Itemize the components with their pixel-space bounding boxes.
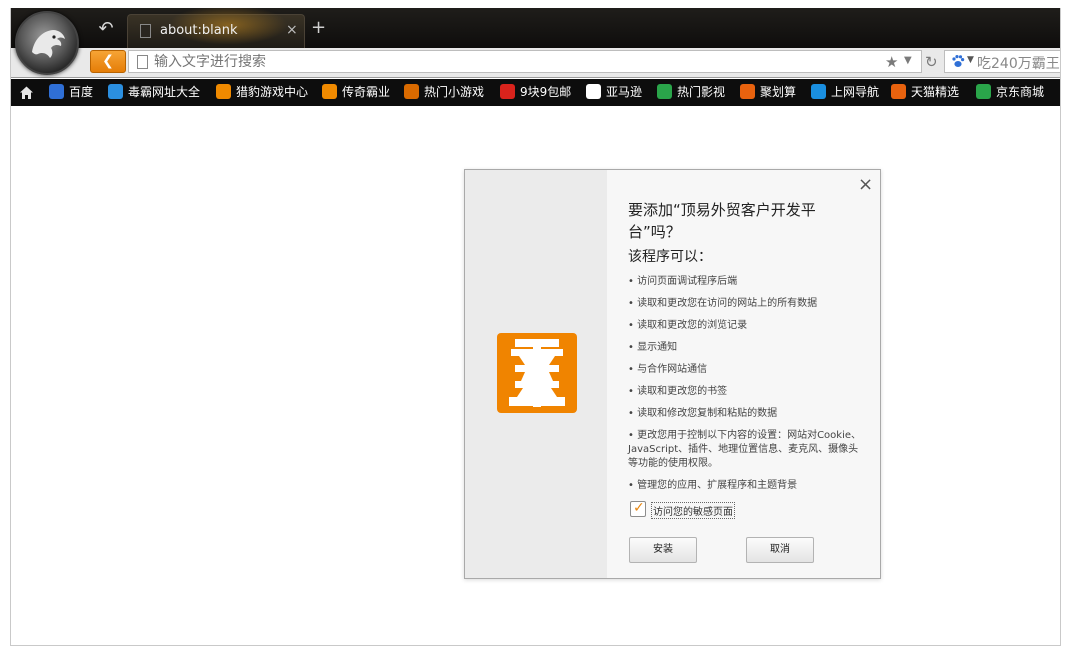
bookmark-label: 猎豹游戏中心 bbox=[236, 85, 309, 99]
bookmark-item[interactable]: 亚马逊 bbox=[586, 83, 642, 102]
bookmark-label: 京东商城 bbox=[996, 85, 1045, 99]
checkbox[interactable]: ✓ bbox=[630, 500, 646, 517]
address-bar[interactable]: ★ ▼ bbox=[128, 50, 922, 73]
permission-item: • 读取和更改您在访问的网站上的所有数据 bbox=[628, 298, 818, 309]
amazon-icon bbox=[586, 84, 601, 99]
dialog-title: 要添加“顶易外贸客户开发平台”吗？ bbox=[628, 201, 816, 241]
bookmark-item[interactable]: 传奇霸业 bbox=[322, 83, 390, 102]
refresh-icon[interactable]: ↻ bbox=[925, 53, 938, 71]
install-button[interactable]: 安装 bbox=[629, 537, 697, 563]
liebao-logo-icon[interactable] bbox=[15, 11, 79, 75]
search-input[interactable]: 吃240万霸王 bbox=[977, 53, 1060, 72]
extension-install-dialog: × 要添加“顶易外贸客户开发平台”吗？ 该程序可以： • 访问页面调试程序后端 … bbox=[464, 169, 881, 579]
address-input[interactable] bbox=[154, 52, 854, 72]
video-icon bbox=[657, 84, 672, 99]
back-arrow-icon[interactable]: ↶ bbox=[93, 17, 119, 41]
chuanqi-icon bbox=[322, 84, 337, 99]
search-box[interactable]: ▼ 吃240万霸王 bbox=[944, 50, 1060, 73]
dialog-subtitle: 该程序可以： bbox=[628, 249, 712, 265]
tmall-icon bbox=[891, 84, 906, 99]
permission-item: • 读取和更改您的浏览记录 bbox=[628, 320, 748, 331]
permission-item: • 读取和修改您复制和粘贴的数据 bbox=[628, 408, 778, 419]
tab-close-icon[interactable]: × bbox=[286, 22, 298, 38]
bookmark-item[interactable]: 热门小游戏 bbox=[404, 83, 484, 102]
bookmark-label: 热门影视 bbox=[677, 85, 726, 99]
duba-icon bbox=[108, 84, 123, 99]
page-icon bbox=[137, 55, 148, 69]
checkmark-icon: ✓ bbox=[633, 500, 645, 516]
chevron-down-icon[interactable]: ▼ bbox=[967, 55, 974, 65]
gou-icon bbox=[500, 84, 515, 99]
bookmark-item[interactable]: 上网导航 bbox=[811, 83, 879, 102]
bookmark-item[interactable]: 天猫精选 bbox=[891, 83, 959, 102]
dialog-icon-panel bbox=[465, 170, 607, 578]
home-icon[interactable] bbox=[19, 85, 34, 100]
bookmark-label: 聚划算 bbox=[760, 85, 797, 99]
bookmark-label: 热门小游戏 bbox=[424, 85, 485, 99]
bookmark-item[interactable]: 热门影视 bbox=[657, 83, 725, 102]
bookmark-label: 传奇霸业 bbox=[342, 85, 391, 99]
bookmark-label: 天猫精选 bbox=[911, 85, 960, 99]
permission-item: • 显示通知 bbox=[628, 342, 678, 353]
bookmark-label: 毒霸网址大全 bbox=[128, 85, 201, 99]
chevron-down-icon[interactable]: ▼ bbox=[904, 55, 912, 66]
bookmark-label: 亚马逊 bbox=[606, 85, 643, 99]
liebao-game-icon bbox=[216, 84, 231, 99]
bookmark-item[interactable]: 京东商城 bbox=[976, 83, 1044, 102]
tab-title: about:blank bbox=[160, 23, 238, 38]
browser-window: ↶ about:blank × + ❮ ★ ▼ ↻ ▼ 吃240万霸王 bbox=[10, 8, 1061, 646]
new-tab-button[interactable]: + bbox=[311, 18, 326, 38]
permission-item: • 访问页面调试程序后端 bbox=[628, 276, 738, 287]
permission-item: • 与合作网站通信 bbox=[628, 364, 708, 375]
permission-item: • 管理您的应用、扩展程序和主题背景 bbox=[628, 480, 798, 491]
tab-about-blank[interactable]: about:blank × bbox=[127, 8, 305, 48]
taobao-icon bbox=[740, 84, 755, 99]
game-icon bbox=[404, 84, 419, 99]
page-content: × 要添加“顶易外贸客户开发平台”吗？ 该程序可以： • 访问页面调试程序后端 … bbox=[11, 106, 1060, 645]
app-icon bbox=[497, 333, 577, 413]
tab-bar: ↶ about:blank × + bbox=[11, 8, 1060, 75]
page-icon bbox=[140, 24, 151, 38]
bookmark-item[interactable]: 9块9包邮 bbox=[500, 83, 571, 102]
permission-item: • 读取和更改您的书签 bbox=[628, 386, 728, 397]
bookmark-item[interactable]: 毒霸网址大全 bbox=[108, 83, 200, 102]
bookmarks-bar: 百度 毒霸网址大全 猎豹游戏中心 传奇霸业 热门小游戏 9块9包邮 亚马逊 热门影视 聚划算 上网… bbox=[11, 79, 1060, 106]
bookmark-star-icon[interactable]: ★ bbox=[885, 53, 898, 71]
jd-icon bbox=[976, 84, 991, 99]
bookmark-item[interactable]: 百度 bbox=[49, 83, 93, 102]
bookmark-label: 9块9包邮 bbox=[520, 85, 572, 99]
checkbox-label[interactable]: 访问您的敏感页面 bbox=[651, 502, 735, 519]
cancel-button[interactable]: 取消 bbox=[746, 537, 814, 563]
bookmark-item[interactable]: 猎豹游戏中心 bbox=[216, 83, 308, 102]
bookmark-label: 上网导航 bbox=[831, 85, 880, 99]
bookmark-label: 百度 bbox=[69, 85, 94, 99]
dialog-close-icon[interactable]: × bbox=[858, 174, 873, 195]
navigation-bar: ❮ ★ ▼ ↻ ▼ 吃240万霸王 bbox=[11, 48, 1060, 78]
permission-item: • 更改您用于控制以下内容的设置：网站对Cookie、JavaScript、插件… bbox=[628, 430, 862, 469]
back-button[interactable]: ❮ bbox=[90, 50, 126, 73]
bookmark-item[interactable]: 聚划算 bbox=[740, 83, 796, 102]
ie-icon bbox=[811, 84, 826, 99]
baidu-paw-icon[interactable] bbox=[951, 54, 965, 68]
baidu-icon bbox=[49, 84, 64, 99]
